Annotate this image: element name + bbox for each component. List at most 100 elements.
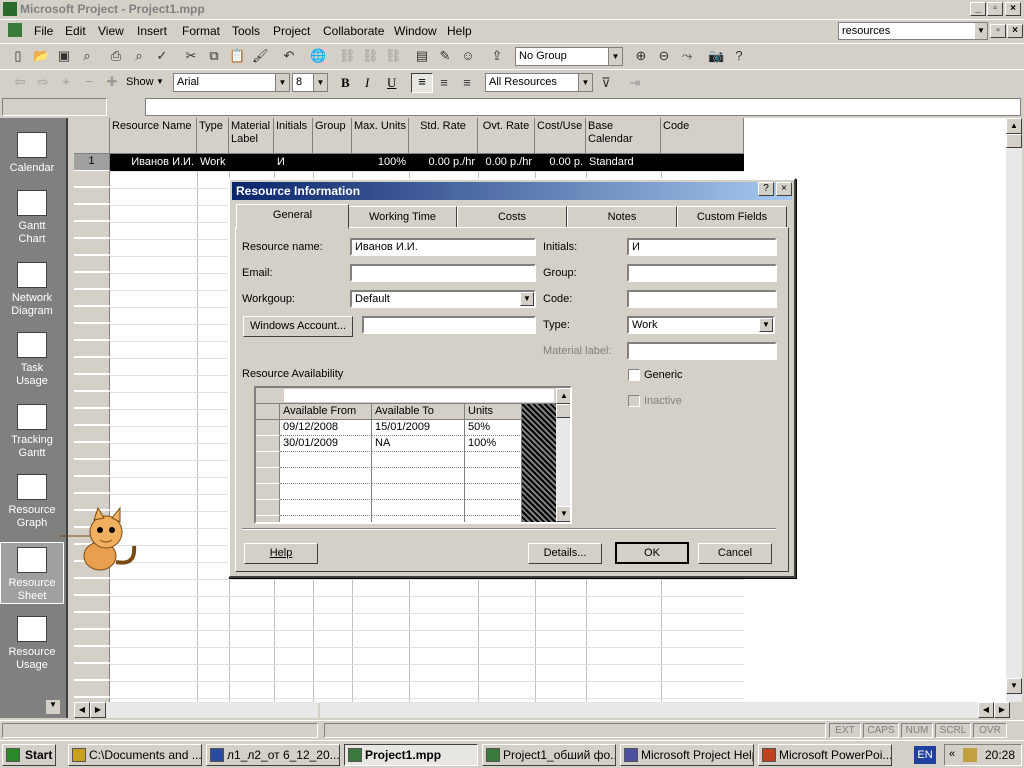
availability-empty-cell[interactable] (465, 516, 522, 522)
column-header-units[interactable]: Units (465, 404, 522, 420)
close-button[interactable]: × (1005, 2, 1021, 16)
row-header[interactable] (74, 188, 110, 204)
chevron-down-icon[interactable]: ▼ (759, 318, 773, 332)
availability-empty-cell[interactable] (280, 452, 372, 468)
resource-name-field[interactable]: Иванов И.И. (350, 238, 536, 256)
dialog-help-button[interactable]: ? (758, 182, 774, 196)
publish-icon[interactable]: ⇪ (489, 48, 505, 64)
cell-code[interactable] (661, 154, 744, 171)
view-resource-sheet[interactable]: Resource Sheet (0, 542, 64, 604)
chevron-down-icon[interactable]: ▼ (275, 74, 289, 91)
available-to-cell[interactable]: 15/01/2009 (372, 420, 465, 436)
new-icon[interactable]: ▯ (10, 48, 26, 64)
doc-close-button[interactable]: × (1007, 24, 1023, 38)
view-gantt-chart[interactable]: Gantt Chart (0, 190, 64, 246)
show-icon[interactable]: ✚ (104, 74, 120, 90)
column-header-std-rate[interactable]: Std. Rate (409, 118, 478, 154)
row-header[interactable] (74, 647, 110, 663)
row-header[interactable] (74, 256, 110, 272)
availability-empty-cell[interactable] (372, 468, 465, 484)
cell-initials[interactable]: И (274, 154, 313, 171)
row-header[interactable] (74, 375, 110, 391)
availability-empty-cell[interactable] (280, 468, 372, 484)
autofilter-icon[interactable]: ⊽ (598, 75, 614, 91)
available-from-cell[interactable]: 30/01/2009 (280, 436, 372, 452)
open-icon[interactable]: 📂 (33, 48, 49, 64)
row-header[interactable] (74, 341, 110, 357)
clock[interactable]: 20:28 (985, 748, 1015, 762)
units-cell[interactable]: 100% (465, 436, 522, 452)
chevron-down-icon[interactable]: ▼ (578, 74, 592, 91)
availability-empty-cell[interactable] (465, 452, 522, 468)
column-header-max-units[interactable]: Max. Units (352, 118, 409, 154)
availability-empty-cell[interactable] (372, 516, 465, 522)
view-task-usage[interactable]: Task Usage (0, 332, 64, 388)
details-button[interactable]: Details... (528, 543, 602, 564)
align-right-icon[interactable]: ≡ (459, 75, 475, 91)
cancel-button[interactable]: Cancel (698, 543, 772, 564)
select-all-corner[interactable] (74, 118, 110, 154)
restore-button[interactable]: ▫ (987, 2, 1003, 16)
availability-empty-cell[interactable] (280, 484, 372, 500)
availability-row-header[interactable] (256, 500, 280, 516)
undo-icon[interactable]: ↶ (281, 48, 297, 64)
tab-costs[interactable]: Costs (457, 206, 567, 228)
scroll-right-icon[interactable]: ▶ (994, 702, 1010, 718)
scroll-left-icon[interactable]: ◀ (74, 702, 90, 718)
row-header[interactable] (74, 307, 110, 323)
hide-subtasks-icon[interactable]: − (81, 74, 97, 90)
unlink-tasks-icon[interactable]: ⛓ (362, 48, 379, 64)
workgroup-select[interactable]: Default ▼ (350, 290, 536, 308)
scroll-left-icon[interactable]: ◀ (978, 702, 994, 718)
row-header[interactable] (74, 426, 110, 442)
availability-row-header[interactable] (256, 452, 280, 468)
chevron-down-icon[interactable]: ▼ (975, 23, 987, 39)
row-header[interactable] (74, 171, 110, 187)
row-header[interactable] (74, 392, 110, 408)
availability-row-header[interactable] (256, 436, 280, 452)
assign-resources-icon[interactable]: ☺ (460, 48, 476, 64)
arrow-left-icon[interactable]: ⇦ (12, 74, 28, 90)
zoom-out-icon[interactable]: ⊖ (656, 48, 672, 64)
menu-format[interactable]: Format (182, 24, 220, 38)
availability-empty-cell[interactable] (372, 500, 465, 516)
task-powerpoint[interactable]: Microsoft PowerPoi... (758, 744, 892, 766)
row-header[interactable] (74, 358, 110, 374)
task-project1-common[interactable]: Project1_обший фо... (482, 744, 616, 766)
spelling-icon[interactable]: ✓ (154, 48, 170, 64)
cell-resource-name[interactable]: Иванов И.И. (110, 154, 197, 171)
generic-checkbox[interactable] (628, 369, 640, 381)
available-from-cell[interactable]: 09/12/2008 (280, 420, 372, 436)
view-calendar[interactable]: Calendar (0, 132, 64, 175)
group-field[interactable] (627, 264, 777, 282)
horizontal-scrollbar-right[interactable]: ◀ ▶ (320, 702, 1010, 718)
scroll-down-icon[interactable]: ▼ (1006, 678, 1022, 694)
cell-type[interactable]: Work (197, 154, 229, 171)
align-left-icon[interactable]: ≡ (411, 73, 433, 93)
email-field[interactable] (350, 264, 536, 282)
tray-expand-icon[interactable]: « (949, 748, 955, 760)
group-combo[interactable]: No Group ▼ (515, 47, 623, 66)
cell-group[interactable] (313, 154, 352, 171)
column-header-available-to[interactable]: Available To (372, 404, 465, 420)
task-explorer[interactable]: C:\Documents and ... (68, 744, 202, 766)
notes-icon[interactable]: ✎ (437, 48, 453, 64)
row-header[interactable] (74, 273, 110, 289)
row-header[interactable] (74, 222, 110, 238)
scroll-up-icon[interactable]: ▲ (1006, 118, 1022, 134)
horizontal-scrollbar-left[interactable]: ◀ ▶ (74, 702, 318, 718)
task-project1[interactable]: Project1.mpp (344, 744, 478, 766)
zoom-in-icon[interactable]: ⊕ (633, 48, 649, 64)
cell-std-rate[interactable]: 0.00 р./hr (409, 154, 478, 171)
cell-base-calendar[interactable]: Standard (586, 154, 661, 171)
search-icon[interactable]: ⌕ (79, 48, 95, 64)
menu-help[interactable]: Help (447, 24, 472, 38)
material-label-field[interactable] (627, 342, 777, 360)
scroll-down-icon[interactable]: ▼ (556, 506, 570, 522)
row-header[interactable] (74, 681, 110, 697)
font-combo[interactable]: Arial ▼ (173, 73, 290, 92)
row-header[interactable] (74, 579, 110, 595)
arrow-right-icon[interactable]: ⇨ (35, 74, 51, 90)
column-header-resource-name[interactable]: Resource Name (110, 118, 197, 154)
print-preview-icon[interactable]: ⌕ (131, 48, 147, 64)
